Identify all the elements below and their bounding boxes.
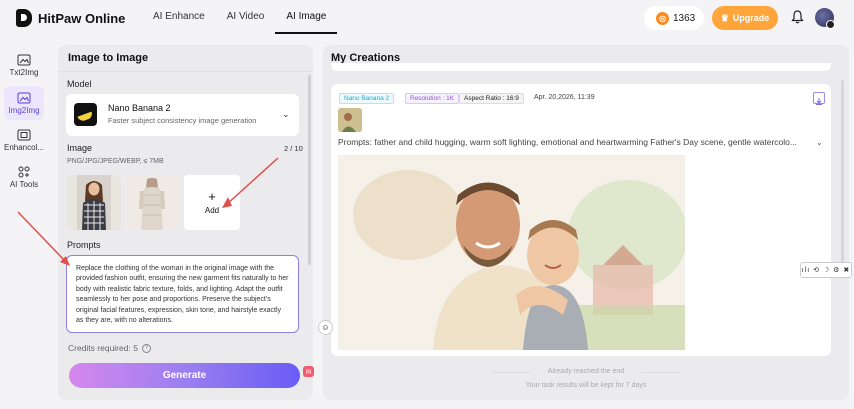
prompt-textarea[interactable]: Replace the clothing of the woman in the… — [66, 255, 299, 333]
sidebar-item-label: Img2Img — [8, 105, 40, 115]
top-bar: HitPaw Online AI Enhance AI Video AI Ima… — [0, 0, 854, 36]
chevron-down-icon: ⌄ — [282, 109, 290, 119]
generated-image[interactable] — [338, 155, 685, 350]
uploaded-image-outfit[interactable] — [125, 175, 179, 230]
model-banana-icon — [74, 103, 97, 126]
upgrade-button[interactable]: ♛ Upgrade — [712, 6, 778, 30]
nav-ai-video[interactable]: AI Video — [216, 0, 276, 34]
image-to-image-panel: Image to Image Model Nano Banana 2 Faste… — [58, 45, 313, 400]
credits-required: Credits required: 5 ? — [68, 343, 151, 353]
image-to-image-icon — [17, 92, 31, 103]
add-label: Add — [204, 206, 220, 215]
feedback-icon[interactable]: ✉ — [303, 366, 314, 377]
sidebar-item-ai-tools[interactable]: AI Tools — [4, 160, 44, 194]
image-count: 2 / 10 — [284, 144, 303, 153]
aspect-ratio-tag: Aspect Ratio : 16:9 — [459, 93, 524, 104]
download-icon[interactable] — [813, 92, 825, 105]
text-to-image-icon — [17, 54, 31, 65]
toolbar-icons: ılı ⟲ ☽ ⚙ ✖ — [801, 267, 851, 274]
prompt-text: Replace the clothing of the woman in the… — [76, 265, 289, 325]
previous-card-edge — [331, 63, 831, 71]
logo[interactable]: HitPaw Online — [16, 9, 125, 27]
creation-card: Nano Banana 2 Resolution : 1K Aspect Rat… — [331, 84, 831, 356]
floating-toolbar[interactable]: ılı ⟲ ☽ ⚙ ✖ — [800, 262, 852, 278]
generate-button[interactable]: Generate — [69, 363, 300, 388]
sidebar-item-enhance[interactable]: Enhancol... — [4, 123, 44, 157]
add-image-button[interactable]: + Add — [184, 175, 240, 230]
logo-text: HitPaw Online — [38, 10, 126, 26]
panel-scrollbar[interactable] — [308, 75, 311, 265]
uploaded-image-woman[interactable] — [67, 175, 121, 230]
sidebar-item-label: Txt2Img — [9, 67, 39, 77]
model-label: Model — [67, 79, 92, 89]
main-nav: AI Enhance AI Video AI Image — [142, 0, 338, 36]
help-icon[interactable]: ? — [141, 343, 151, 353]
avatar-badge-icon — [826, 20, 835, 29]
emoji-feedback-icon[interactable]: ☺ — [318, 320, 333, 335]
logo-icon — [16, 9, 32, 27]
image-format-hint: PNG/JPG/JPEG/WEBP, ≤ 7MB — [67, 158, 164, 165]
ai-tools-icon — [18, 166, 30, 177]
panel-scrollbar[interactable] — [841, 80, 844, 270]
chevron-down-icon[interactable]: ⌄ — [816, 138, 823, 147]
retention-notice: Your task results will be kept for 7 day… — [525, 382, 647, 389]
upgrade-label: Upgrade — [732, 13, 770, 23]
sidebar-item-txt2img[interactable]: Txt2Img — [4, 48, 44, 82]
enhance-icon — [17, 129, 31, 140]
model-tag: Nano Banana 2 — [339, 93, 395, 104]
plus-icon: + — [208, 189, 216, 204]
divider — [641, 372, 681, 373]
credits-required-text: Credits required: 5 — [68, 343, 138, 353]
credits-balance[interactable]: ◎ 1363 — [644, 6, 704, 30]
nav-ai-enhance[interactable]: AI Enhance — [142, 0, 216, 34]
reference-thumbnail[interactable] — [338, 108, 362, 132]
prompts-label: Prompts — [67, 240, 101, 250]
resolution-tag: Resolution : 1K — [405, 93, 460, 104]
sidebar-item-label: Enhancol... — [3, 142, 45, 152]
my-creations-panel: My Creations Nano Banana 2 Resolution : … — [323, 45, 849, 400]
image-label: Image — [67, 143, 93, 153]
credits-value: 1363 — [673, 12, 696, 24]
nav-ai-image[interactable]: AI Image — [275, 0, 338, 34]
end-of-list-text: Already reached the end — [547, 368, 625, 375]
crown-icon: ♛ — [720, 12, 729, 23]
sidebar-item-img2img[interactable]: Img2Img — [4, 86, 44, 120]
creation-prompt: Prompts: father and child hugging, warm … — [338, 137, 797, 147]
model-select[interactable]: Nano Banana 2 Faster subject consistency… — [66, 94, 299, 136]
creation-date: Apr. 20,2026, 11:39 — [534, 94, 595, 101]
sidebar-item-label: AI Tools — [9, 179, 39, 189]
model-name: Nano Banana 2 — [108, 103, 171, 113]
model-description: Faster subject consistency image generat… — [108, 116, 257, 125]
panel-title: Image to Image — [68, 52, 149, 64]
divider — [58, 71, 313, 72]
notification-bell-icon[interactable] — [788, 8, 806, 26]
coin-icon: ◎ — [656, 11, 669, 25]
